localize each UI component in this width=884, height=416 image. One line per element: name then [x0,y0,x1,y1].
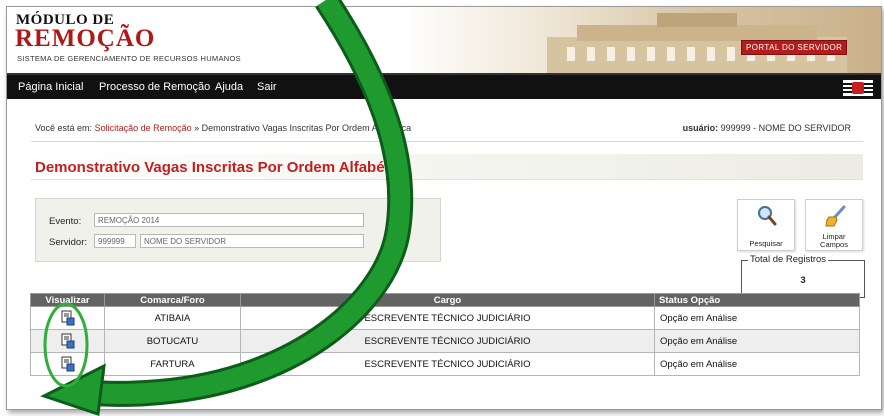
search-button[interactable]: Pesquisar [737,199,795,251]
state-flag-icon [843,80,873,96]
filter-panel: Evento: REMOÇÃO 2014 Servidor: 999999 NO… [35,198,441,262]
magnifier-icon [758,206,777,226]
col-visualizar: Visualizar [30,293,105,307]
status-cell: Opção em Análise [654,352,860,376]
main-nav: Página Inicial Processo de Remoção Ajuda… [7,73,881,99]
nav-processo-remocao[interactable]: Processo de Remoção [99,81,210,93]
nav-ajuda[interactable]: Ajuda [215,81,243,93]
table-row: ATIBAIA ESCREVENTE TÉCNICO JUDICIÁRIO Op… [30,306,860,330]
evento-label: Evento: [49,216,82,227]
header-banner: MÓDULO DE REMOÇÃO SISTEMA DE GERENCIAMEN… [7,7,881,73]
portal-servidor-link[interactable]: PORTAL DO SERVIDOR [741,40,848,55]
view-cell [30,352,105,376]
comarca-cell: BOTUCATU [104,329,241,353]
clear-fields-button[interactable]: Limpar Campos [805,199,863,251]
table-row: FARTURA ESCREVENTE TÉCNICO JUDICIÁRIO Op… [30,352,860,376]
user-info: usuário: 999999 - NOME DO SERVIDOR [683,123,851,133]
breadcrumb-prefix: Você está em: [35,123,93,133]
view-document-icon[interactable] [60,356,76,372]
servidor-name-field[interactable]: NOME DO SERVIDOR [140,234,364,248]
table-row: BOTUCATU ESCREVENTE TÉCNICO JUDICIÁRIO O… [30,329,860,353]
total-records-value: 3 [800,275,806,286]
comarca-cell: ATIBAIA [104,306,241,330]
cargo-cell: ESCREVENTE TÉCNICO JUDICIÁRIO [240,306,655,330]
cargo-cell: ESCREVENTE TÉCNICO JUDICIÁRIO [240,352,655,376]
page-title: Demonstrativo Vagas Inscritas Por Ordem … [35,159,411,176]
col-comarca: Comarca/Foro [104,293,241,307]
status-cell: Opção em Análise [654,329,860,353]
results-table: Visualizar Comarca/Foro Cargo Status Opç… [30,293,860,376]
user-value: 999999 - NOME DO SERVIDOR [720,123,851,133]
breadcrumb-link[interactable]: Solicitação de Remoção [95,123,192,133]
logo-line2: REMOÇÃO [15,25,156,52]
breadcrumb: Você está em: Solicitação de Remoção » D… [35,123,411,133]
breadcrumb-separator: » [194,123,200,133]
view-cell [30,329,105,353]
breadcrumb-current: Demonstrativo Vagas Inscritas Por Ordem … [201,123,412,133]
servidor-label: Servidor: [49,237,88,248]
nav-pagina-inicial[interactable]: Página Inicial [18,81,83,93]
divider [31,141,863,142]
logo-subtitle: SISTEMA DE GERENCIAMENTO DE RECURSOS HUM… [17,54,241,63]
nav-sair[interactable]: Sair [257,81,277,93]
broom-icon [825,205,846,227]
status-cell: Opção em Análise [654,306,860,330]
table-header-row: Visualizar Comarca/Foro Cargo Status Opç… [30,293,860,307]
view-document-icon[interactable] [60,333,76,349]
view-cell [30,306,105,330]
search-button-label: Pesquisar [749,239,783,248]
view-document-icon[interactable] [60,310,76,326]
servidor-id-field[interactable]: 999999 [94,234,136,248]
clear-label-line2: Campos [820,240,848,249]
title-bar: Demonstrativo Vagas Inscritas Por Ordem … [31,154,863,180]
col-cargo: Cargo [240,293,655,307]
total-records-label: Total de Registros [748,254,829,265]
comarca-cell: FARTURA [104,352,241,376]
evento-field[interactable]: REMOÇÃO 2014 [94,213,364,227]
cargo-cell: ESCREVENTE TÉCNICO JUDICIÁRIO [240,329,655,353]
user-label: usuário: [682,123,719,133]
col-status: Status Opção [654,293,860,307]
